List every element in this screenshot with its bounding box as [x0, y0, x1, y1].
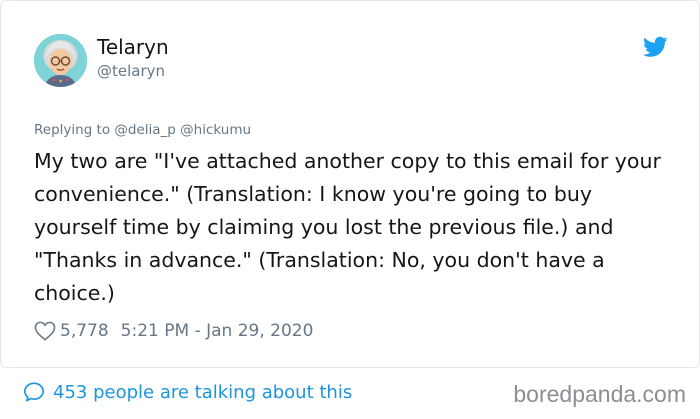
conversation-link[interactable]: 453 people are talking about this	[23, 381, 352, 403]
reply-context: Replying to @delia_p @hickumu	[34, 122, 251, 138]
tweet-text: My two are "I've attached another copy t…	[34, 149, 661, 305]
user-handle[interactable]: @telaryn	[97, 62, 165, 80]
like-count[interactable]: 5,778	[60, 321, 109, 341]
watermark: boredpanda.com	[513, 381, 686, 407]
timestamp[interactable]: 5:21 PM - Jan 29, 2020	[121, 321, 314, 341]
avatar[interactable]	[34, 34, 87, 87]
talking-count-label[interactable]: 453 people are talking about this	[53, 382, 352, 403]
display-name[interactable]: Telaryn	[97, 35, 169, 59]
reply-prefix: Replying to	[34, 122, 111, 138]
tweet-meta: 5,778 5:21 PM - Jan 29, 2020	[34, 319, 313, 343]
speech-bubble-icon	[24, 382, 44, 402]
avatar-illustration	[34, 34, 87, 87]
tweet-card: Telaryn @telaryn Replying to @delia_p @h…	[0, 0, 700, 368]
twitter-bird-icon[interactable]	[643, 36, 668, 58]
reply-mentions[interactable]: @delia_p @hickumu	[114, 122, 251, 138]
heart-icon[interactable]	[34, 321, 56, 341]
